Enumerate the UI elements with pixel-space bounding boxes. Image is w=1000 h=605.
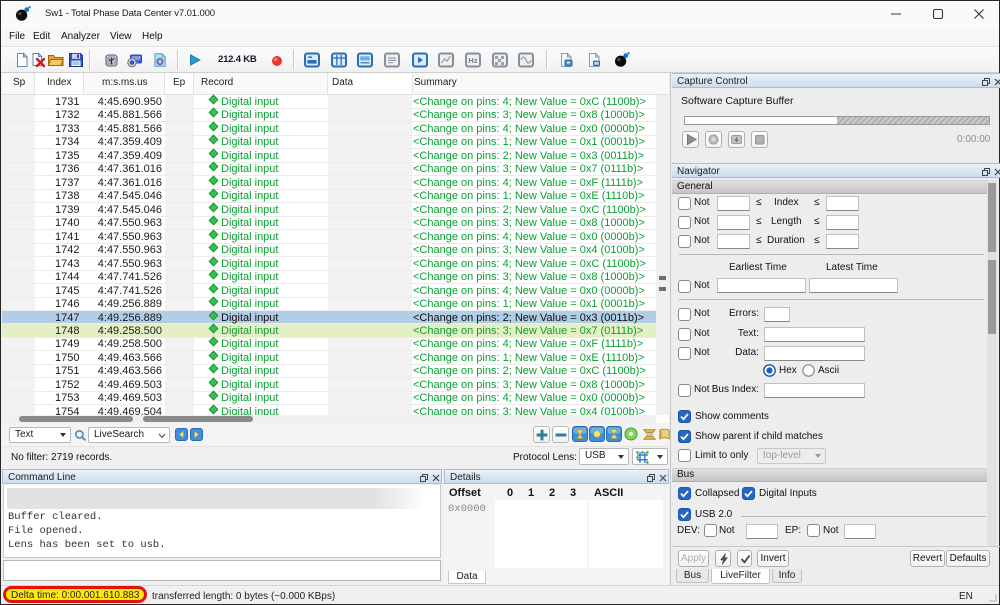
svg-text:Hz: Hz bbox=[468, 56, 477, 65]
